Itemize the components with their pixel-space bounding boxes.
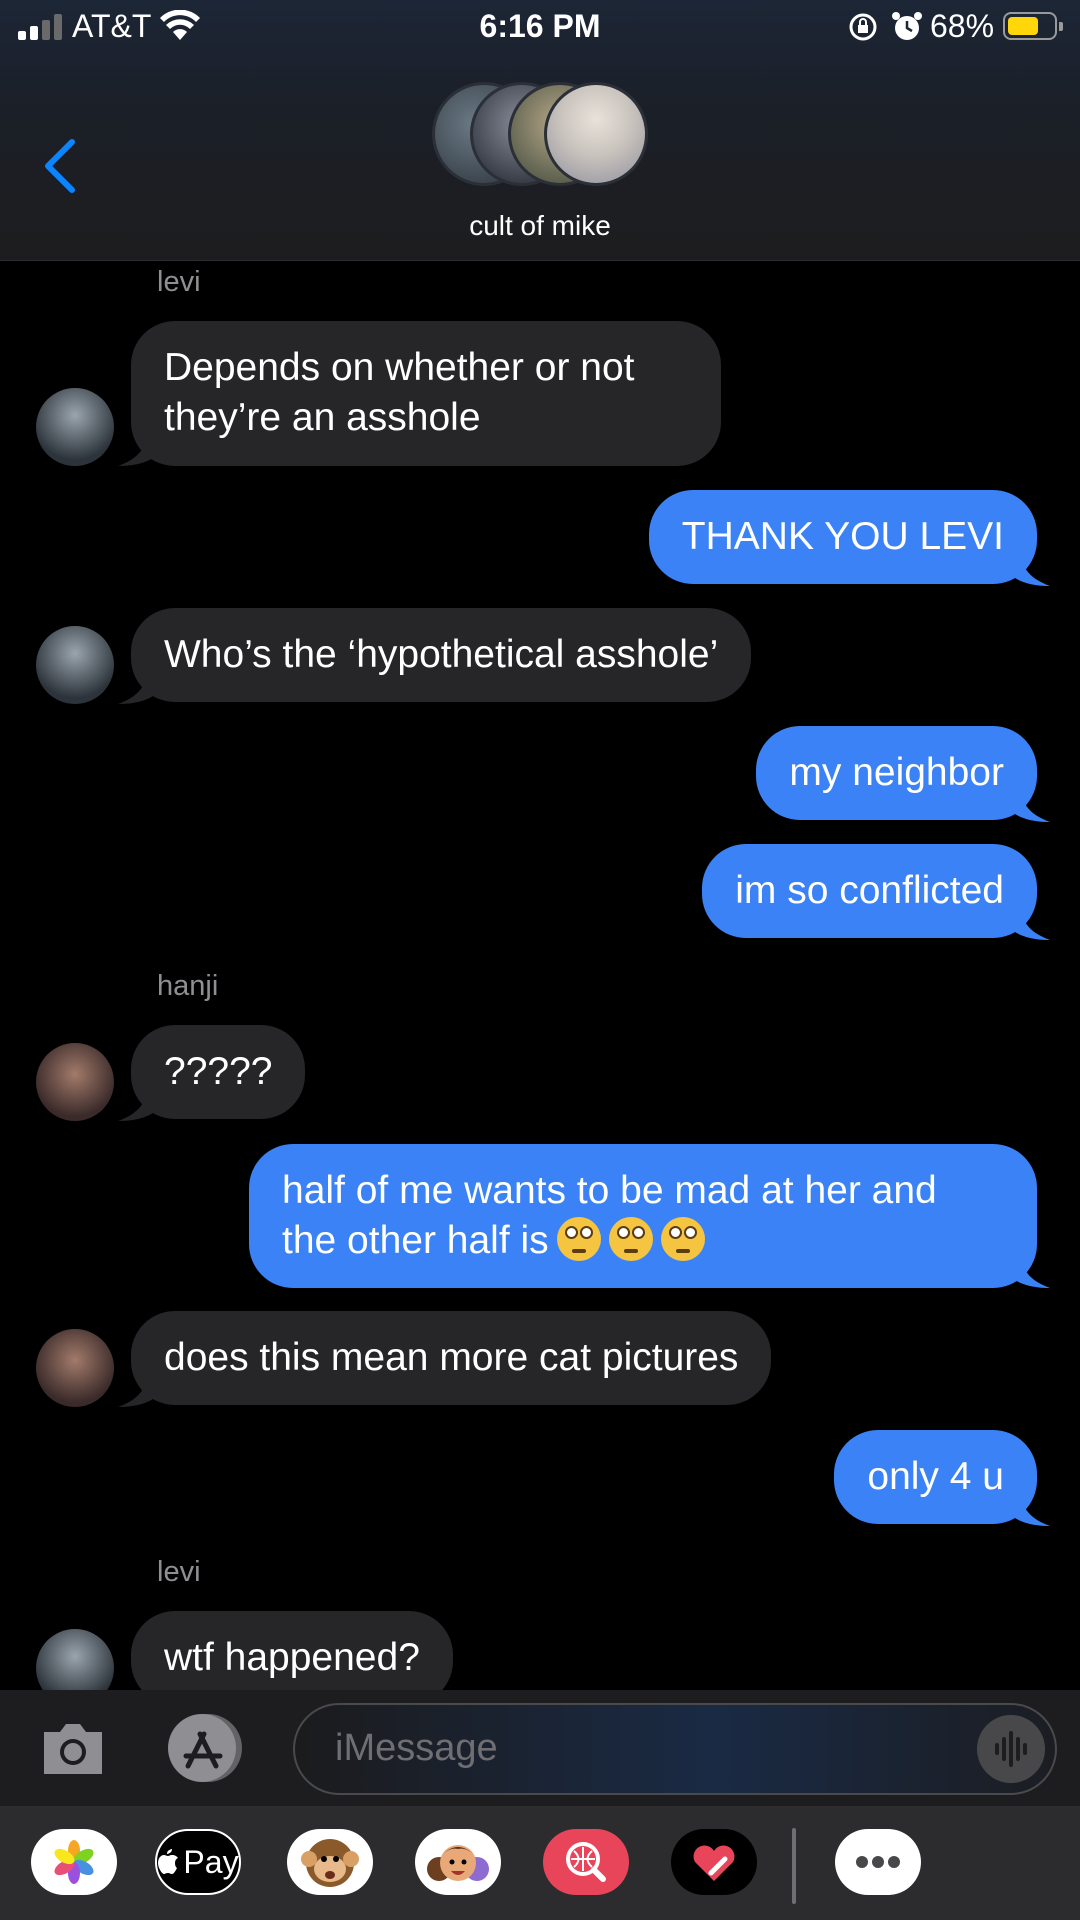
bubble-tail: [118, 664, 158, 704]
input-placeholder: iMessage: [335, 1727, 498, 1769]
outgoing-message-bubble[interactable]: im so conflicted: [702, 844, 1037, 938]
sender-avatar[interactable]: [36, 388, 114, 466]
incoming-message-bubble[interactable]: Who’s the ‘hypothetical asshole’: [131, 608, 752, 702]
rotation-lock-icon: [849, 13, 877, 41]
outgoing-message-bubble[interactable]: only 4 u: [834, 1430, 1037, 1524]
bubble-tail: [1010, 546, 1050, 586]
image-search-app-icon[interactable]: [543, 1829, 629, 1895]
battery-percentage: 68%: [930, 8, 995, 44]
photos-app-icon[interactable]: [31, 1829, 117, 1895]
conversation-header: AT&T 6:16 PM 68% cult of mike: [0, 0, 1080, 261]
message-composer-bar: iMessage: [0, 1690, 1080, 1806]
incoming-message-bubble[interactable]: Depends on whether or not they’re an ass…: [131, 321, 721, 466]
alarm-clock-icon: [892, 12, 922, 40]
member-avatar: [544, 82, 648, 186]
sender-avatar[interactable]: [36, 1043, 114, 1121]
memoji-stickers-icon[interactable]: [415, 1829, 501, 1895]
flushed-face-emoji: [608, 1217, 653, 1261]
bubble-tail: [1010, 782, 1050, 822]
voice-waveform-icon[interactable]: [977, 1715, 1045, 1783]
apple-pay-app-icon[interactable]: Pay: [155, 1829, 241, 1895]
status-bar: AT&T 6:16 PM 68%: [0, 0, 1080, 56]
sender-name: levi: [157, 1556, 201, 1588]
apple-pay-label: Pay: [183, 1843, 239, 1880]
camera-icon[interactable]: [40, 1718, 106, 1778]
bubble-tail: [118, 1367, 158, 1407]
sender-name: hanji: [157, 970, 219, 1002]
outgoing-message-bubble[interactable]: THANK YOU LEVI: [648, 490, 1037, 584]
more-apps-icon[interactable]: [835, 1829, 921, 1895]
animoji-monkey-icon[interactable]: [287, 1829, 373, 1895]
message-text: half of me wants to be mad at her and th…: [282, 1169, 937, 1262]
bubble-tail: [118, 426, 158, 466]
sender-avatar[interactable]: [36, 626, 114, 704]
sender-avatar[interactable]: [36, 1629, 114, 1690]
battery-icon: [1003, 12, 1063, 40]
bubble-tail: [118, 1081, 158, 1121]
bubble-tail: [1010, 1486, 1050, 1526]
app-store-icon[interactable]: [164, 1712, 246, 1784]
outgoing-message-bubble[interactable]: my neighbor: [756, 726, 1037, 820]
outgoing-message-bubble[interactable]: half of me wants to be mad at her and th…: [249, 1144, 1037, 1288]
flushed-face-emoji: [660, 1217, 705, 1261]
incoming-message-bubble[interactable]: does this mean more cat pictures: [131, 1311, 772, 1405]
back-chevron-icon[interactable]: [40, 138, 80, 194]
apple-logo-icon: [158, 1849, 179, 1874]
imessage-input[interactable]: iMessage: [293, 1703, 1057, 1795]
incoming-message-bubble[interactable]: wtf happened?: [131, 1611, 453, 1690]
group-avatar-stack[interactable]: [432, 82, 648, 194]
group-name[interactable]: cult of mike: [0, 210, 1080, 242]
digital-touch-icon[interactable]: [671, 1829, 757, 1895]
message-thread[interactable]: levi Depends on whether or not they’re a…: [0, 262, 1080, 1690]
sender-avatar[interactable]: [36, 1329, 114, 1407]
imessage-app-drawer: Pay: [0, 1806, 1080, 1920]
bubble-tail: [1010, 1248, 1050, 1288]
bubble-tail: [1010, 900, 1050, 940]
drawer-divider: [792, 1828, 796, 1904]
sender-name: levi: [157, 266, 201, 298]
flushed-face-emoji: [556, 1217, 601, 1261]
